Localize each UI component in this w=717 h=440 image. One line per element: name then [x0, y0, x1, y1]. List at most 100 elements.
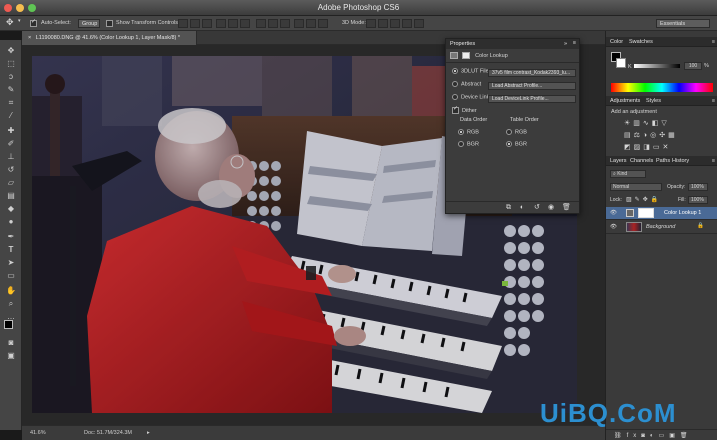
align-bottom-button[interactable] — [202, 19, 212, 28]
visibility-eye-icon[interactable]: 👁 — [610, 224, 617, 230]
lock-icons[interactable]: ▨✎✥🔒 — [626, 196, 661, 203]
document-tab[interactable]: × L1190080.DNG @ 41.6% (Color Lookup 1, … — [22, 31, 197, 45]
tab-channels[interactable]: Channels — [630, 158, 653, 164]
layer-filter-dropdown[interactable]: ⌕ Kind — [610, 170, 646, 178]
zoom-level[interactable]: 41.6% — [30, 430, 46, 436]
k-value-field[interactable]: 100 — [684, 62, 702, 70]
layer-row[interactable]: 👁 Background 🔒 — [606, 221, 717, 234]
k-slider[interactable] — [634, 64, 680, 68]
radio-table-bgr[interactable] — [506, 141, 512, 147]
clone-stamp-tool-icon[interactable]: ⊥ — [5, 152, 17, 162]
move-tool-icon[interactable]: ✥ — [5, 46, 17, 56]
3d-slide-button[interactable] — [402, 19, 412, 28]
lut-option-3dlut[interactable]: 3DLUT File — [452, 68, 489, 78]
distribute-top-button[interactable] — [256, 19, 266, 28]
lut-option-abstract[interactable]: Abstract — [452, 81, 481, 91]
marquee-tool-icon[interactable]: ⬚ — [5, 59, 17, 69]
devicelink-profile-dropdown[interactable]: Load DeviceLink Profile... — [488, 95, 576, 103]
layer-name[interactable]: Background — [646, 224, 675, 230]
gradient-map-icon[interactable]: ▭ — [653, 144, 663, 151]
screen-mode-icon[interactable]: ▣ — [5, 351, 17, 361]
panel-menu-icon[interactable]: ≡ — [712, 39, 715, 45]
distribute-hcenter-button[interactable] — [306, 19, 316, 28]
align-right-button[interactable] — [240, 19, 250, 28]
gradient-tool-icon[interactable]: ▤ — [5, 191, 17, 201]
eraser-tool-icon[interactable]: ▱ — [5, 178, 17, 188]
layer-mask-thumbnail[interactable] — [638, 208, 654, 218]
mask-icon[interactable] — [461, 52, 470, 59]
tab-adjustments[interactable]: Adjustments — [610, 98, 640, 104]
auto-select-checkbox[interactable] — [30, 20, 37, 27]
move-tool-icon[interactable]: ✥ — [6, 17, 14, 28]
new-layer-icon[interactable]: ▣ — [669, 433, 680, 439]
radio-abstract[interactable] — [452, 81, 458, 87]
view-previous-icon[interactable]: ◐ — [520, 204, 524, 211]
history-brush-tool-icon[interactable]: ↺ — [5, 165, 17, 175]
path-select-tool-icon[interactable]: ➤ — [5, 258, 17, 268]
dither-option[interactable]: Dither — [452, 107, 477, 117]
align-hcenter-button[interactable] — [228, 19, 238, 28]
3d-rotate-button[interactable] — [366, 19, 376, 28]
background-color-chip[interactable] — [616, 58, 626, 68]
curves-icon[interactable]: ∿ — [643, 120, 652, 127]
distribute-right-button[interactable] — [318, 19, 328, 28]
delete-icon[interactable]: 🗑 — [562, 203, 571, 211]
radio-data-rgb[interactable] — [458, 129, 464, 135]
layer-row[interactable]: 👁 Color Lookup 1 — [606, 207, 717, 220]
show-transform-checkbox[interactable] — [106, 20, 113, 27]
radio-devicelink[interactable] — [452, 94, 458, 100]
fill-field[interactable]: 100% — [688, 196, 708, 204]
panel-menu-icon[interactable]: ≡ — [712, 98, 715, 104]
tool-preset-dropdown[interactable]: ▾ — [18, 18, 21, 24]
lut-file-dropdown[interactable]: 37v5 film contrast_Kodak2393_lu... — [488, 69, 576, 77]
radio-table-rgb[interactable] — [506, 129, 512, 135]
dither-checkbox[interactable] — [452, 107, 459, 114]
doc-size-info[interactable]: Doc: 51.7M/324.3M — [84, 430, 132, 436]
panel-menu-icon[interactable]: ≡ — [712, 158, 715, 164]
tab-paths[interactable]: Paths — [656, 158, 670, 164]
align-vcenter-button[interactable] — [190, 19, 200, 28]
color-balance-icon[interactable]: ⚖ — [634, 132, 643, 139]
lut-option-devicelink[interactable]: Device Link — [452, 94, 489, 104]
crop-tool-icon[interactable]: ⌗ — [5, 98, 17, 108]
type-tool-icon[interactable]: T — [5, 245, 17, 255]
blur-tool-icon[interactable]: ◆ — [5, 204, 17, 214]
channel-mixer-icon[interactable]: ✣ — [659, 132, 668, 139]
abstract-profile-dropdown[interactable]: Load Abstract Profile... — [488, 82, 576, 90]
align-top-button[interactable] — [178, 19, 188, 28]
posterize-icon[interactable]: ▨ — [634, 144, 644, 151]
pen-tool-icon[interactable]: ✒ — [5, 232, 17, 242]
clip-to-layer-icon[interactable]: ⧉ — [506, 204, 511, 212]
3d-roll-button[interactable] — [378, 19, 388, 28]
link-layers-icon[interactable]: ⛓ — [614, 433, 627, 439]
delete-layer-icon[interactable]: 🗑 — [680, 433, 693, 439]
tab-styles[interactable]: Styles — [646, 98, 661, 104]
new-adjustment-icon[interactable]: ◐ — [650, 433, 659, 439]
data-order-bgr[interactable]: BGR — [458, 141, 479, 151]
opacity-field[interactable]: 100% — [688, 183, 708, 191]
dodge-tool-icon[interactable]: ● — [5, 217, 17, 227]
workspace-dropdown[interactable]: Essentials — [656, 19, 710, 28]
lasso-tool-icon[interactable]: ↄ — [5, 72, 17, 82]
brightness-icon[interactable]: ☀ — [624, 120, 633, 127]
table-order-rgb[interactable]: RGB — [506, 129, 527, 139]
photo-filter-icon[interactable]: ◎ — [650, 132, 659, 139]
radio-data-bgr[interactable] — [458, 141, 464, 147]
layer-style-icon[interactable]: fx — [627, 433, 642, 439]
tab-history[interactable]: History — [672, 158, 689, 164]
selective-color-icon[interactable]: ✕ — [663, 144, 672, 151]
tab-swatches[interactable]: Swatches — [629, 39, 653, 45]
auto-select-dropdown[interactable]: Group — [78, 19, 100, 28]
status-arrow-icon[interactable]: ▸ — [147, 430, 150, 436]
data-order-rgb[interactable]: RGB — [458, 129, 479, 139]
align-left-button[interactable] — [216, 19, 226, 28]
shape-tool-icon[interactable]: ▭ — [5, 271, 17, 281]
hue-saturation-icon[interactable]: ▤ — [624, 132, 634, 139]
quick-mask-icon[interactable]: ◙ — [5, 338, 17, 348]
3d-drag-button[interactable] — [390, 19, 400, 28]
table-order-bgr[interactable]: BGR — [506, 141, 527, 151]
color-lookup-icon[interactable]: ▦ — [668, 132, 678, 139]
eyedropper-tool-icon[interactable]: ⁄ — [5, 111, 17, 121]
threshold-icon[interactable]: ◨ — [643, 144, 653, 151]
levels-icon[interactable]: ▥ — [633, 120, 643, 127]
